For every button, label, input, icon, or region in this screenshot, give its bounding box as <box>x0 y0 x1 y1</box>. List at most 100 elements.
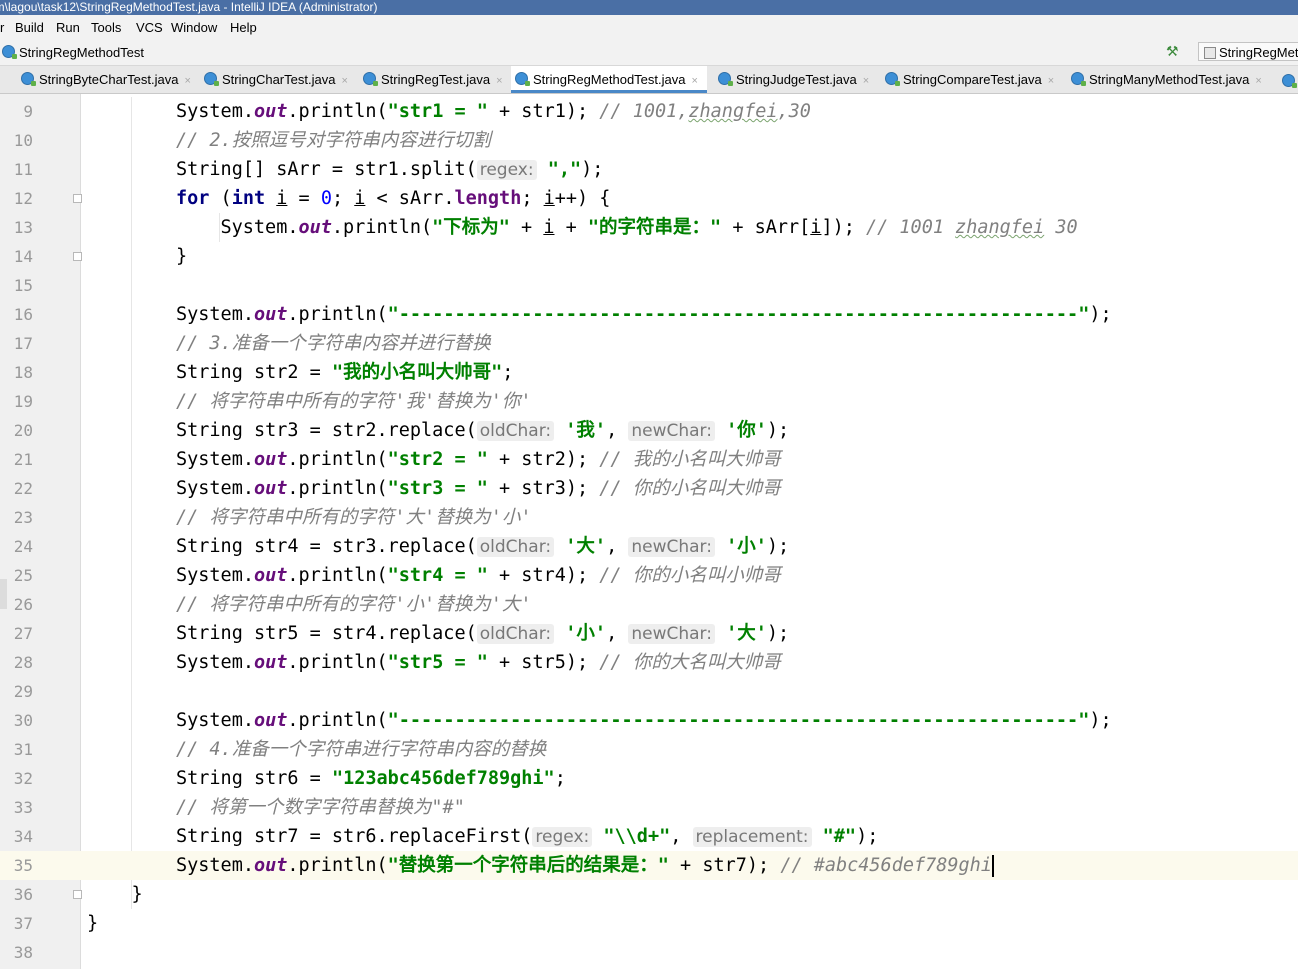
code-line[interactable]: 20 String str3 = str2.replace(oldChar: '我… <box>0 416 1298 445</box>
code-token: out <box>253 565 288 586</box>
line-number: 38 <box>13 943 33 962</box>
code-line[interactable]: 21 System.out.println("str2 = " + str2); … <box>0 445 1298 474</box>
close-icon[interactable]: × <box>1048 75 1054 87</box>
code-line[interactable]: 19 // 将字符串中所有的字符'我'替换为'你' <box>0 387 1298 416</box>
close-icon[interactable]: × <box>184 75 190 87</box>
editor-tab[interactable]: StringRegTest.java × <box>359 66 504 93</box>
code-token: .println( <box>287 101 388 122</box>
close-icon[interactable]: × <box>1255 75 1261 87</box>
code-token: + sArr[ <box>721 217 811 238</box>
close-icon[interactable]: × <box>341 75 347 87</box>
breadcrumb-class[interactable]: StringRegMethodTest <box>2 44 144 60</box>
window-title-bar: om\lagou\task12\StringRegMethodTest.java… <box>0 0 1298 15</box>
code-line[interactable]: 28 System.out.println("str5 = " + str5); … <box>0 648 1298 677</box>
menu-item-vcs[interactable]: VCS <box>136 20 163 35</box>
code-text: String str7 = str6.replaceFirst(regex: "… <box>176 822 878 852</box>
java-class-icon <box>1071 72 1086 86</box>
code-line[interactable]: 22 System.out.println("str3 = " + str3); … <box>0 474 1298 503</box>
code-token: // 你的小名叫大帅哥 <box>599 478 781 499</box>
code-token: // 将字符串中所有的字符'小'替换为'大' <box>176 594 532 615</box>
code-line[interactable]: 13 System.out.println("下标为" + i + "的字符串是：… <box>0 213 1298 242</box>
code-line[interactable]: 26 // 将字符串中所有的字符'小'替换为'大' <box>0 590 1298 619</box>
code-token: .println( <box>287 449 388 470</box>
code-token: .println( <box>287 710 388 731</box>
line-number: 27 <box>13 624 33 643</box>
code-line[interactable]: 36} <box>0 880 1298 909</box>
parameter-hint: regex: <box>476 160 537 180</box>
close-icon[interactable]: × <box>496 75 502 87</box>
close-icon[interactable]: × <box>691 75 697 87</box>
code-token: .println( <box>287 652 388 673</box>
code-line[interactable]: 32 String str6 = "123abc456def789ghi"; <box>0 764 1298 793</box>
code-token: + str4); <box>487 565 600 586</box>
menu-item-help[interactable]: Help <box>230 20 257 35</box>
editor-tab[interactable]: StringCharTest.java × <box>200 66 352 93</box>
java-class-icon <box>204 72 219 86</box>
code-line[interactable]: 38 <box>0 938 1298 967</box>
code-line[interactable]: 14} <box>0 242 1298 271</box>
code-text: String str5 = str4.replace(oldChar: '小',… <box>176 619 789 649</box>
code-token: // 你的小名叫小帅哥 <box>599 565 781 586</box>
fold-marker-icon[interactable] <box>73 252 82 261</box>
code-text: System.out.println("str2 = " + str2); //… <box>176 445 781 474</box>
menu-item-partial[interactable]: r <box>0 20 4 35</box>
fold-marker-icon[interactable] <box>73 194 82 203</box>
menu-item-window[interactable]: Window <box>171 20 217 35</box>
code-token: // 3.准备一个字符串内容并进行替换 <box>176 333 491 354</box>
code-token: "---------------------------------------… <box>387 710 1090 731</box>
code-line[interactable]: 27 String str5 = str4.replace(oldChar: '小… <box>0 619 1298 648</box>
code-token: // 将第一个数字字符串替换为"#" <box>176 797 465 818</box>
code-token: .println( <box>287 478 388 499</box>
code-line[interactable]: 33 // 将第一个数字字符串替换为"#" <box>0 793 1298 822</box>
line-number: 32 <box>13 769 33 788</box>
line-number: 18 <box>13 363 33 382</box>
code-line[interactable]: 37} <box>0 909 1298 938</box>
code-line[interactable]: 31 // 4.准备一个字符串进行字符串内容的替换 <box>0 735 1298 764</box>
menu-item-tools[interactable]: Tools <box>91 20 121 35</box>
editor-tab-label: StringRegTest.java <box>381 72 491 87</box>
code-line[interactable]: 9 System.out.println("str1 = " + str1); /… <box>0 97 1298 126</box>
editor-tab[interactable]: StringByteCharTest.java × <box>17 66 193 93</box>
editor-tab[interactable]: StringManyMethodTest.java × <box>1067 66 1267 93</box>
build-hammer-icon[interactable]: ⚒ <box>1166 43 1179 60</box>
menu-item-build[interactable]: Build <box>15 20 44 35</box>
code-token: "str4 = " <box>387 565 488 586</box>
code-line[interactable]: 34 String str7 = str6.replaceFirst(regex:… <box>0 822 1298 851</box>
code-token: ; <box>331 188 355 209</box>
run-configuration-selector[interactable]: StringRegMet <box>1198 42 1298 61</box>
code-line[interactable]: 16 System.out.println("------------------… <box>0 300 1298 329</box>
code-line[interactable]: 10 // 2.按照逗号对字符串内容进行切割 <box>0 126 1298 155</box>
editor-tab[interactable]: StringCompareTest.java × <box>881 66 1060 93</box>
code-line[interactable]: 25 System.out.println("str4 = " + str4); … <box>0 561 1298 590</box>
code-line[interactable]: 15 <box>0 271 1298 300</box>
code-line[interactable]: 29 <box>0 677 1298 706</box>
code-line[interactable]: 12 for (int i = 0; i < sArr.length; i++) … <box>0 184 1298 213</box>
code-text: } <box>87 909 98 938</box>
code-line[interactable]: 23 // 将字符串中所有的字符'大'替换为'小' <box>0 503 1298 532</box>
code-token: System. <box>176 710 254 731</box>
code-token: 0 <box>320 188 332 209</box>
code-token: "123abc456def789ghi" <box>331 768 555 789</box>
editor-tab[interactable]: StringJudgeTest.java × <box>714 66 874 93</box>
code-line[interactable]: 11 String[] sArr = str1.split(regex: ",")… <box>0 155 1298 184</box>
code-line[interactable]: 17 // 3.准备一个字符串内容并进行替换 <box>0 329 1298 358</box>
code-line[interactable]: 30 System.out.println("------------------… <box>0 706 1298 735</box>
code-line[interactable]: 24 String str4 = str3.replace(oldChar: '大… <box>0 532 1298 561</box>
code-token: for <box>176 188 210 209</box>
code-text: System.out.println("str4 = " + str4); //… <box>176 561 781 590</box>
menu-item-run[interactable]: Run <box>56 20 80 35</box>
code-token: System. <box>176 855 254 876</box>
code-token: '大' <box>565 536 607 557</box>
parameter-hint: replacement: <box>692 827 812 847</box>
code-token: System. <box>176 449 254 470</box>
fold-marker-icon[interactable] <box>73 890 82 899</box>
parameter-hint: oldChar: <box>476 421 555 441</box>
code-line[interactable]: 35 System.out.println("替换第一个字符串后的结果是：" + … <box>0 851 1298 880</box>
code-text: String str4 = str3.replace(oldChar: '大',… <box>176 532 789 562</box>
code-line[interactable]: 18 String str2 = "我的小名叫大帅哥"; <box>0 358 1298 387</box>
editor-tab[interactable]: StringRegMethodTest.java × <box>511 66 707 93</box>
close-icon[interactable]: × <box>863 75 869 87</box>
navigation-bar: StringRegMethodTest ⚒ StringRegMet <box>0 40 1298 66</box>
